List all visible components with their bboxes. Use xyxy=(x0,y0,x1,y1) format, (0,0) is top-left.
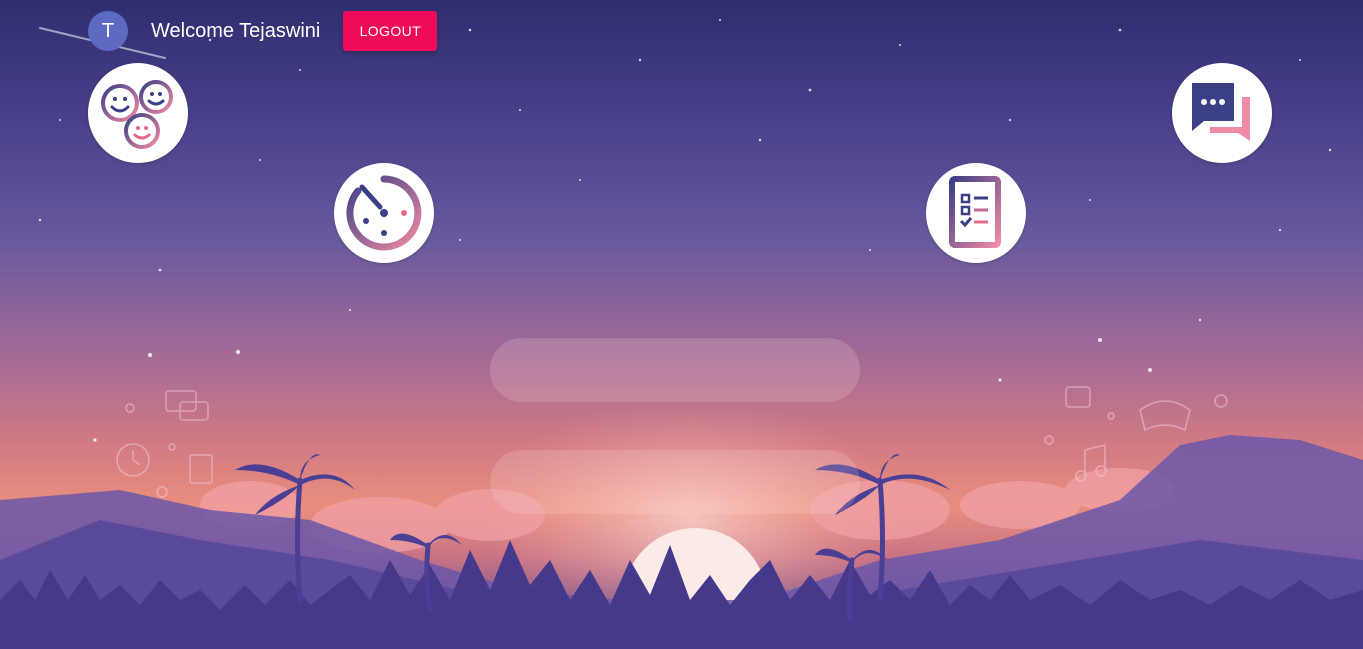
welcome-text: Welcome Tejaswini xyxy=(151,19,321,42)
friends-nav-button[interactable] xyxy=(88,63,188,163)
checklist-icon xyxy=(949,176,1001,248)
chat-nav-button[interactable] xyxy=(1172,63,1272,163)
timer-icon xyxy=(346,175,422,251)
chat-icon xyxy=(1192,83,1250,141)
logout-button[interactable]: LOGOUT xyxy=(343,11,438,51)
friends-icon xyxy=(101,80,173,149)
faded-pill-bottom xyxy=(490,450,860,514)
faded-pill-top xyxy=(490,338,860,402)
app-background: T Welcome Tejaswini LOGOUT xyxy=(0,0,1363,649)
night-landscape-illustration xyxy=(0,19,1363,649)
header: T Welcome Tejaswini LOGOUT xyxy=(88,11,438,51)
avatar[interactable]: T xyxy=(88,11,128,51)
checklist-nav-button[interactable] xyxy=(926,163,1026,263)
timer-nav-button[interactable] xyxy=(334,163,434,263)
